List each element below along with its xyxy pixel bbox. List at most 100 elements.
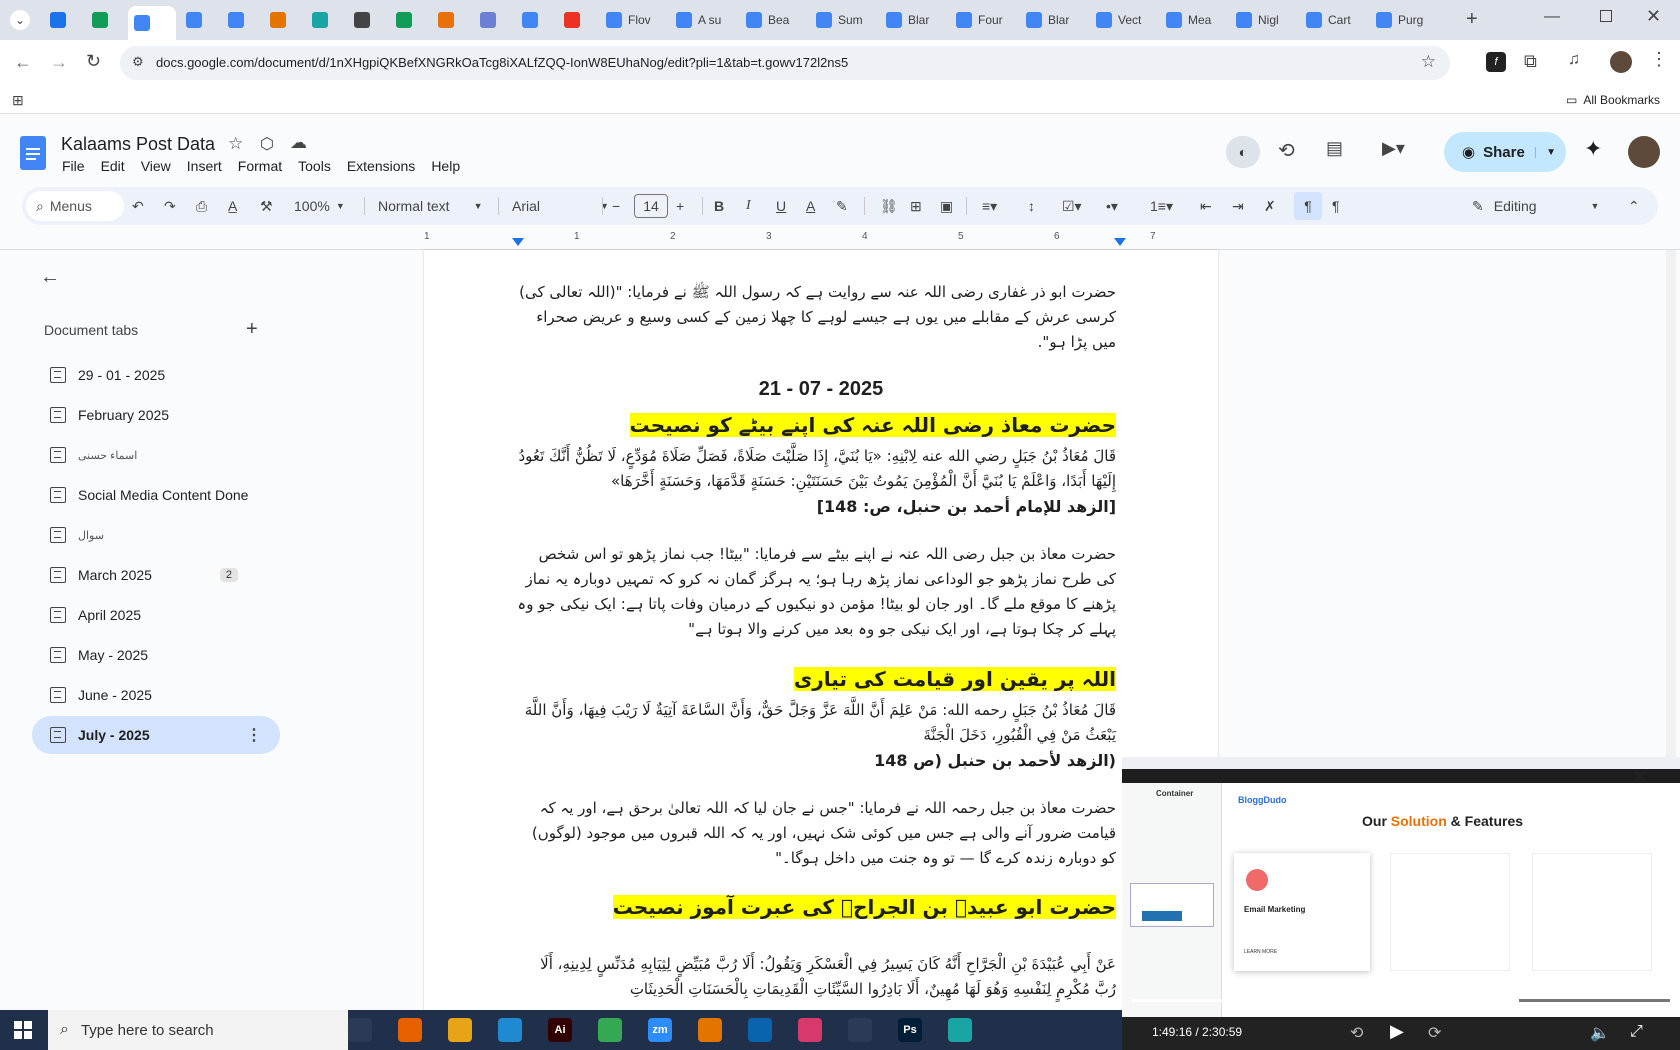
spellcheck-icon[interactable]: A̲	[228, 187, 237, 225]
taskbar-outlook-icon[interactable]	[748, 1018, 772, 1042]
account-avatar[interactable]	[1628, 136, 1660, 168]
ltr-paragraph-icon[interactable]: ¶	[1332, 187, 1340, 225]
sidebar-tab-item[interactable]: March 2025 2	[32, 556, 280, 594]
taskbar-app-pink-icon[interactable]	[798, 1018, 822, 1042]
underline-icon[interactable]: U	[776, 187, 786, 225]
volume-icon[interactable]: 🔈	[1590, 1023, 1610, 1043]
browser-tab[interactable]: Sum	[810, 6, 876, 34]
taskbar-photoshop-icon[interactable]: Ps	[898, 1018, 922, 1042]
new-tab-icon[interactable]: +	[1466, 8, 1478, 31]
forward-icon[interactable]: →	[50, 52, 68, 73]
decrease-indent-icon[interactable]: ⇤	[1200, 187, 1212, 225]
bold-icon[interactable]: B	[714, 187, 724, 225]
browser-tab[interactable]	[86, 6, 124, 34]
docs-logo-icon[interactable]	[20, 136, 46, 170]
right-indent-marker[interactable]	[1114, 238, 1126, 246]
url-text[interactable]: docs.google.com/document/d/1nXHgpiQKBefX…	[156, 55, 848, 70]
numbered-list-icon[interactable]: 1≡▾	[1150, 187, 1173, 225]
sidebar-tab-item[interactable]: July - 2025 ⋮	[32, 716, 280, 754]
reload-icon[interactable]: ↻	[86, 51, 101, 72]
menus-search[interactable]: ⌕ Menus	[26, 191, 124, 221]
browser-tab[interactable]: Cart	[1300, 6, 1366, 34]
align-icon[interactable]: ≡▾	[982, 187, 997, 225]
gemini-icon[interactable]: ✦	[1584, 136, 1602, 162]
comments-icon[interactable]: ▤	[1326, 138, 1343, 159]
menu-edit[interactable]: Edit	[101, 158, 125, 174]
clear-formatting-icon[interactable]: ✗	[1264, 187, 1276, 225]
arabic-text-2[interactable]: قَالَ مُعَاذُ بْنُ جَبَلٍ رحمه الله: مَن…	[516, 698, 1116, 748]
print-icon[interactable]: ⎙	[196, 187, 207, 225]
style-select[interactable]: Normal text ▼	[378, 187, 483, 225]
menu-insert[interactable]: Insert	[187, 158, 222, 174]
taskbar-task-view-icon[interactable]	[348, 1018, 372, 1042]
sidebar-tab-item[interactable]: May - 2025	[32, 636, 280, 674]
menu-tools[interactable]: Tools	[298, 158, 331, 174]
omnibox[interactable]: ⚙ docs.google.com/document/d/1nXHgpiQKBe…	[120, 46, 1450, 80]
taskbar-illustrator-icon[interactable]: Ai	[548, 1018, 572, 1042]
collapse-toolbar-icon[interactable]: ⌃	[1628, 187, 1640, 225]
menu-view[interactable]: View	[141, 158, 171, 174]
undo-icon[interactable]: ↶	[132, 187, 144, 225]
share-dropdown-icon[interactable]: ▼	[1535, 146, 1556, 158]
reference-1[interactable]: [الزهد للإمام أحمد بن حنبل، ص: 148]	[516, 494, 1116, 519]
comment-icon[interactable]: ⊞	[910, 187, 922, 225]
menu-file[interactable]: File	[62, 158, 85, 174]
zoom-select[interactable]: 100% ▼	[294, 187, 345, 225]
taskbar-zoom-icon[interactable]: zm	[648, 1018, 672, 1042]
meet-icon[interactable]: ▶▾	[1382, 138, 1405, 159]
video-close-icon[interactable]: ✕	[1632, 767, 1647, 788]
browser-tab[interactable]	[432, 6, 470, 34]
taskbar-pen-app-icon[interactable]	[848, 1018, 872, 1042]
cloud-status-icon[interactable]: ☁	[290, 133, 307, 153]
sidebar-tab-item[interactable]: اسماء حسنی	[32, 436, 280, 474]
arabic-text-3[interactable]: عَنْ أَبِي عُبَيْدَةَ بْنِ الْجَرَّاحِ أ…	[516, 952, 1116, 1002]
share-button[interactable]: ◉ Share ▼	[1444, 132, 1566, 172]
checklist-icon[interactable]: ☑▾	[1062, 187, 1082, 225]
browser-tab[interactable]	[474, 6, 512, 34]
line-spacing-icon[interactable]: ↕	[1028, 187, 1035, 225]
browser-tab[interactable]: Vect	[1090, 6, 1156, 34]
browser-tab[interactable]	[44, 6, 82, 34]
menu-format[interactable]: Format	[238, 158, 282, 174]
urdu-translation-2[interactable]: حضرت معاذ بن جبل رحمہ اللہ نے فرمایا: "ج…	[516, 796, 1116, 871]
browser-tab[interactable]	[348, 6, 386, 34]
sidebar-tab-item[interactable]: سوال	[32, 516, 280, 554]
browser-tab[interactable]: Flov	[600, 6, 666, 34]
increase-font-size-icon[interactable]: +	[676, 187, 684, 225]
left-indent-marker[interactable]	[512, 238, 524, 246]
browser-tab[interactable]	[128, 6, 176, 40]
browser-tab[interactable]: A su	[670, 6, 736, 34]
menu-extensions[interactable]: Extensions	[347, 158, 415, 174]
link-icon[interactable]: ⛓	[880, 187, 898, 225]
italic-icon[interactable]: I	[746, 187, 751, 225]
browser-menu-icon[interactable]: ⋮	[1650, 49, 1668, 70]
paint-format-icon[interactable]: ⚒	[260, 187, 273, 225]
sidebar-tab-item[interactable]: Social Media Content Done	[32, 476, 280, 514]
video-progress-track[interactable]	[1132, 999, 1670, 1002]
star-icon[interactable]: ☆	[228, 134, 243, 154]
back-arrow-icon[interactable]: ←	[40, 266, 60, 289]
gemini-presence-icon[interactable]: ◐	[1226, 136, 1260, 168]
browser-tab[interactable]: Purg	[1370, 6, 1436, 34]
browser-tab[interactable]: Mea	[1160, 6, 1226, 34]
sidebar-tab-item[interactable]: June - 2025	[32, 676, 280, 714]
taskbar-chrome-icon[interactable]	[598, 1018, 622, 1042]
decrease-font-size-icon[interactable]: −	[612, 187, 620, 225]
increase-indent-icon[interactable]: ⇥	[1232, 187, 1244, 225]
browser-tab[interactable]	[516, 6, 554, 34]
browser-tab[interactable]	[390, 6, 428, 34]
forward-skip-icon[interactable]: ⟳	[1428, 1023, 1441, 1043]
arabic-text-1[interactable]: قَالَ مُعَاذُ بْنُ جَبَلٍ رضي الله عنه ل…	[516, 444, 1116, 494]
image-icon[interactable]: ▣	[940, 187, 953, 225]
heading-muadh-advice[interactable]: حضرت معاذ رضی اللہ عنہ کی اپنے بیٹے کو ن…	[516, 410, 1116, 440]
more-options-icon[interactable]: ⋮	[246, 725, 262, 745]
all-bookmarks[interactable]: ▭ All Bookmarks	[1566, 93, 1660, 107]
start-icon[interactable]	[14, 1021, 32, 1039]
restore-icon[interactable]	[1600, 10, 1612, 22]
browser-tab[interactable]	[222, 6, 260, 34]
rtl-paragraph-icon[interactable]: ¶	[1294, 192, 1322, 220]
extension-fx-icon[interactable]: f	[1486, 52, 1506, 72]
tab-search-icon[interactable]: ⌄	[10, 10, 30, 30]
taskbar-explorer-icon[interactable]	[448, 1018, 472, 1042]
pip-video-player[interactable]: Container BloggDudo Our Solution & Featu…	[1122, 757, 1680, 1050]
